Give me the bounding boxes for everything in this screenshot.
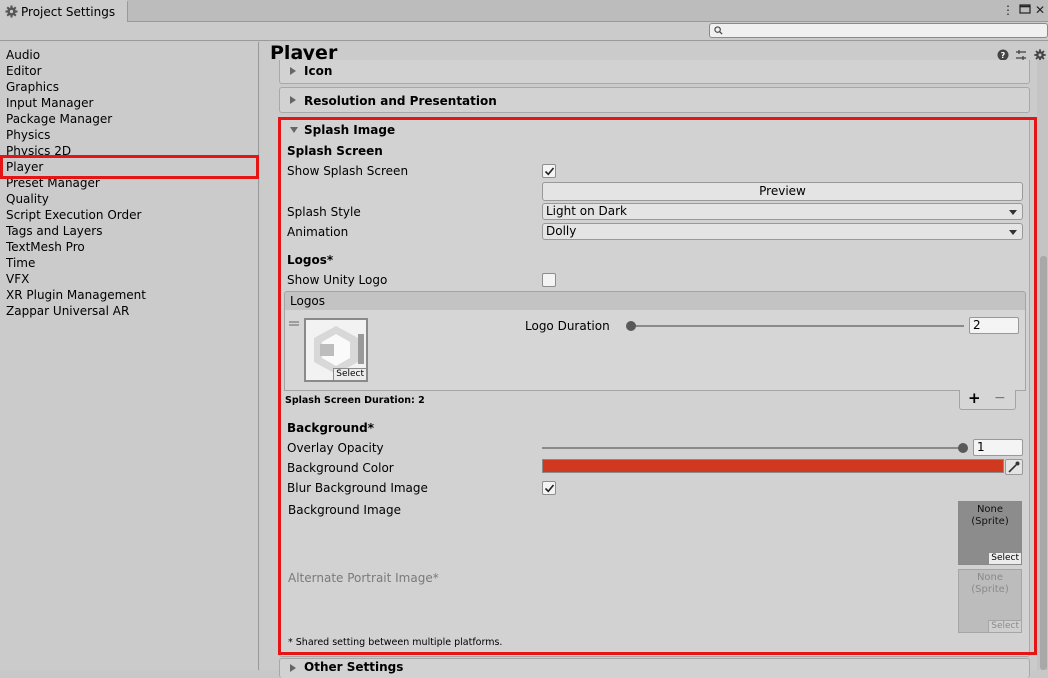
sidebar-item-physics[interactable]: Physics: [6, 127, 50, 143]
tab-project-settings[interactable]: Project Settings: [0, 0, 128, 22]
scrollbar-thumb[interactable]: [1040, 256, 1047, 670]
sidebar-item-audio[interactable]: Audio: [6, 47, 40, 63]
search-input[interactable]: [709, 23, 1048, 38]
highlight-frame: [278, 117, 1037, 655]
selection-highlight: [0, 155, 259, 179]
foldout-label: Icon: [304, 64, 333, 78]
sidebar-item-textmesh-pro[interactable]: TextMesh Pro: [6, 239, 85, 255]
expand-arrow-icon: [290, 67, 296, 75]
close-icon[interactable]: ✕: [1033, 3, 1047, 17]
foldout-label: Resolution and Presentation: [304, 94, 497, 108]
gear-icon: [5, 5, 18, 18]
sidebar-item-tags-and-layers[interactable]: Tags and Layers: [6, 223, 102, 239]
sidebar: Audio Editor Graphics Input Manager Pack…: [0, 42, 259, 670]
foldout-icon[interactable]: Icon: [279, 60, 1030, 84]
foldout-other-settings[interactable]: Other Settings: [279, 658, 1030, 678]
search-icon: [714, 26, 723, 35]
title-bar: [0, 0, 1048, 22]
sidebar-item-graphics[interactable]: Graphics: [6, 79, 59, 95]
sidebar-item-package-manager[interactable]: Package Manager: [6, 111, 112, 127]
foldout-label: Other Settings: [304, 660, 404, 674]
sidebar-item-vfx[interactable]: VFX: [6, 271, 29, 287]
tab-title: Project Settings: [21, 5, 116, 19]
sidebar-item-script-execution-order[interactable]: Script Execution Order: [6, 207, 141, 223]
sidebar-item-zappar-universal-ar[interactable]: Zappar Universal AR: [6, 303, 129, 319]
svg-text:?: ?: [1001, 51, 1006, 60]
expand-arrow-icon: [290, 664, 296, 672]
foldout-resolution[interactable]: Resolution and Presentation: [279, 87, 1030, 113]
sidebar-item-editor[interactable]: Editor: [6, 63, 42, 79]
sidebar-item-input-manager[interactable]: Input Manager: [6, 95, 94, 111]
expand-arrow-icon: [290, 96, 296, 104]
maximize-icon[interactable]: [1018, 3, 1032, 17]
more-options-icon[interactable]: ⋮: [1001, 3, 1015, 17]
sidebar-item-xr-plugin-management[interactable]: XR Plugin Management: [6, 287, 146, 303]
sidebar-item-time[interactable]: Time: [6, 255, 35, 271]
sidebar-item-quality[interactable]: Quality: [6, 191, 49, 207]
